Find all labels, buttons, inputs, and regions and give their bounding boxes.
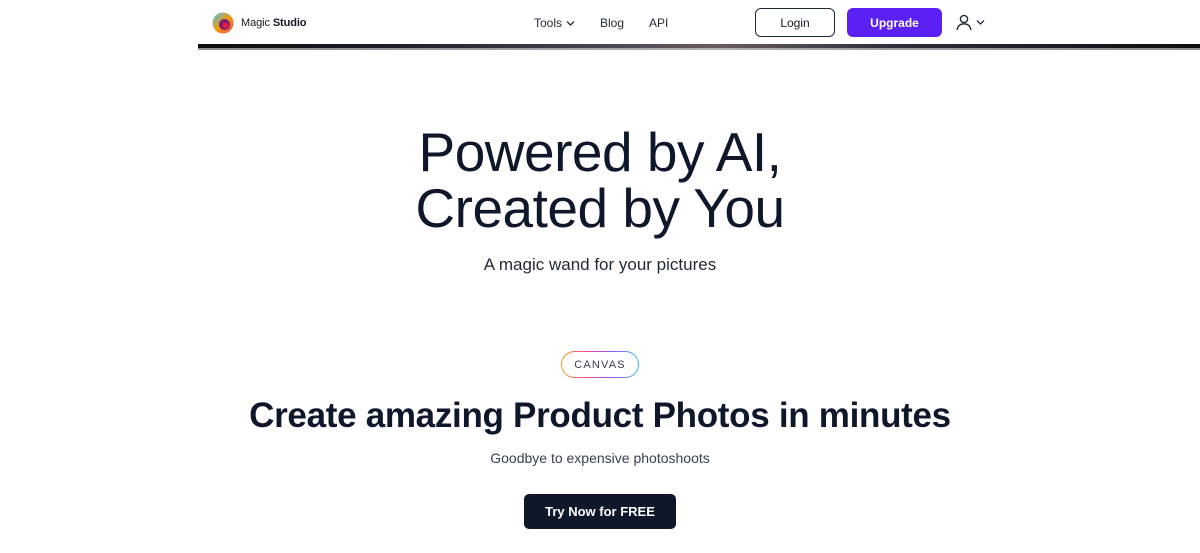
brand-name: Magic Studio: [241, 17, 307, 29]
nav-api-link[interactable]: API: [649, 16, 668, 30]
hero-strip-fade: [198, 48, 1200, 50]
canvas-badge: CANVAS: [561, 351, 639, 378]
user-menu-toggle[interactable]: [955, 13, 985, 31]
magic-studio-logo-icon: [212, 12, 234, 34]
hero-title: Powered by AI, Created by You: [0, 124, 1200, 236]
section-title: Create amazing Product Photos in minutes: [249, 396, 951, 435]
nav-tools-dropdown[interactable]: Tools: [534, 16, 575, 30]
canvas-badge-label: CANVAS: [562, 352, 638, 377]
brand-home-link[interactable]: Magic Studio: [212, 11, 307, 35]
top-navbar: Magic Studio Tools Blog API Login Upgrad…: [0, 0, 1200, 46]
hero-title-line-2: Created by You: [415, 177, 785, 239]
brand-name-bold: Studio: [272, 17, 307, 29]
chevron-down-icon: [976, 19, 985, 25]
upgrade-button[interactable]: Upgrade: [847, 8, 942, 37]
chevron-down-icon: [566, 20, 575, 26]
section-subtitle: Goodbye to expensive photoshoots: [490, 450, 710, 466]
brand-name-light: Magic: [241, 17, 273, 29]
try-now-button[interactable]: Try Now for FREE: [524, 494, 676, 529]
login-button[interactable]: Login: [755, 8, 835, 37]
primary-nav: Tools Blog API: [534, 15, 668, 31]
hero-subtitle: A magic wand for your pictures: [483, 255, 717, 274]
hero-title-line-1: Powered by AI,: [418, 121, 782, 183]
nav-blog-link[interactable]: Blog: [600, 16, 624, 30]
nav-tools-label: Tools: [534, 16, 563, 30]
user-icon: [956, 14, 972, 31]
hero-image-strip: [198, 44, 1200, 50]
